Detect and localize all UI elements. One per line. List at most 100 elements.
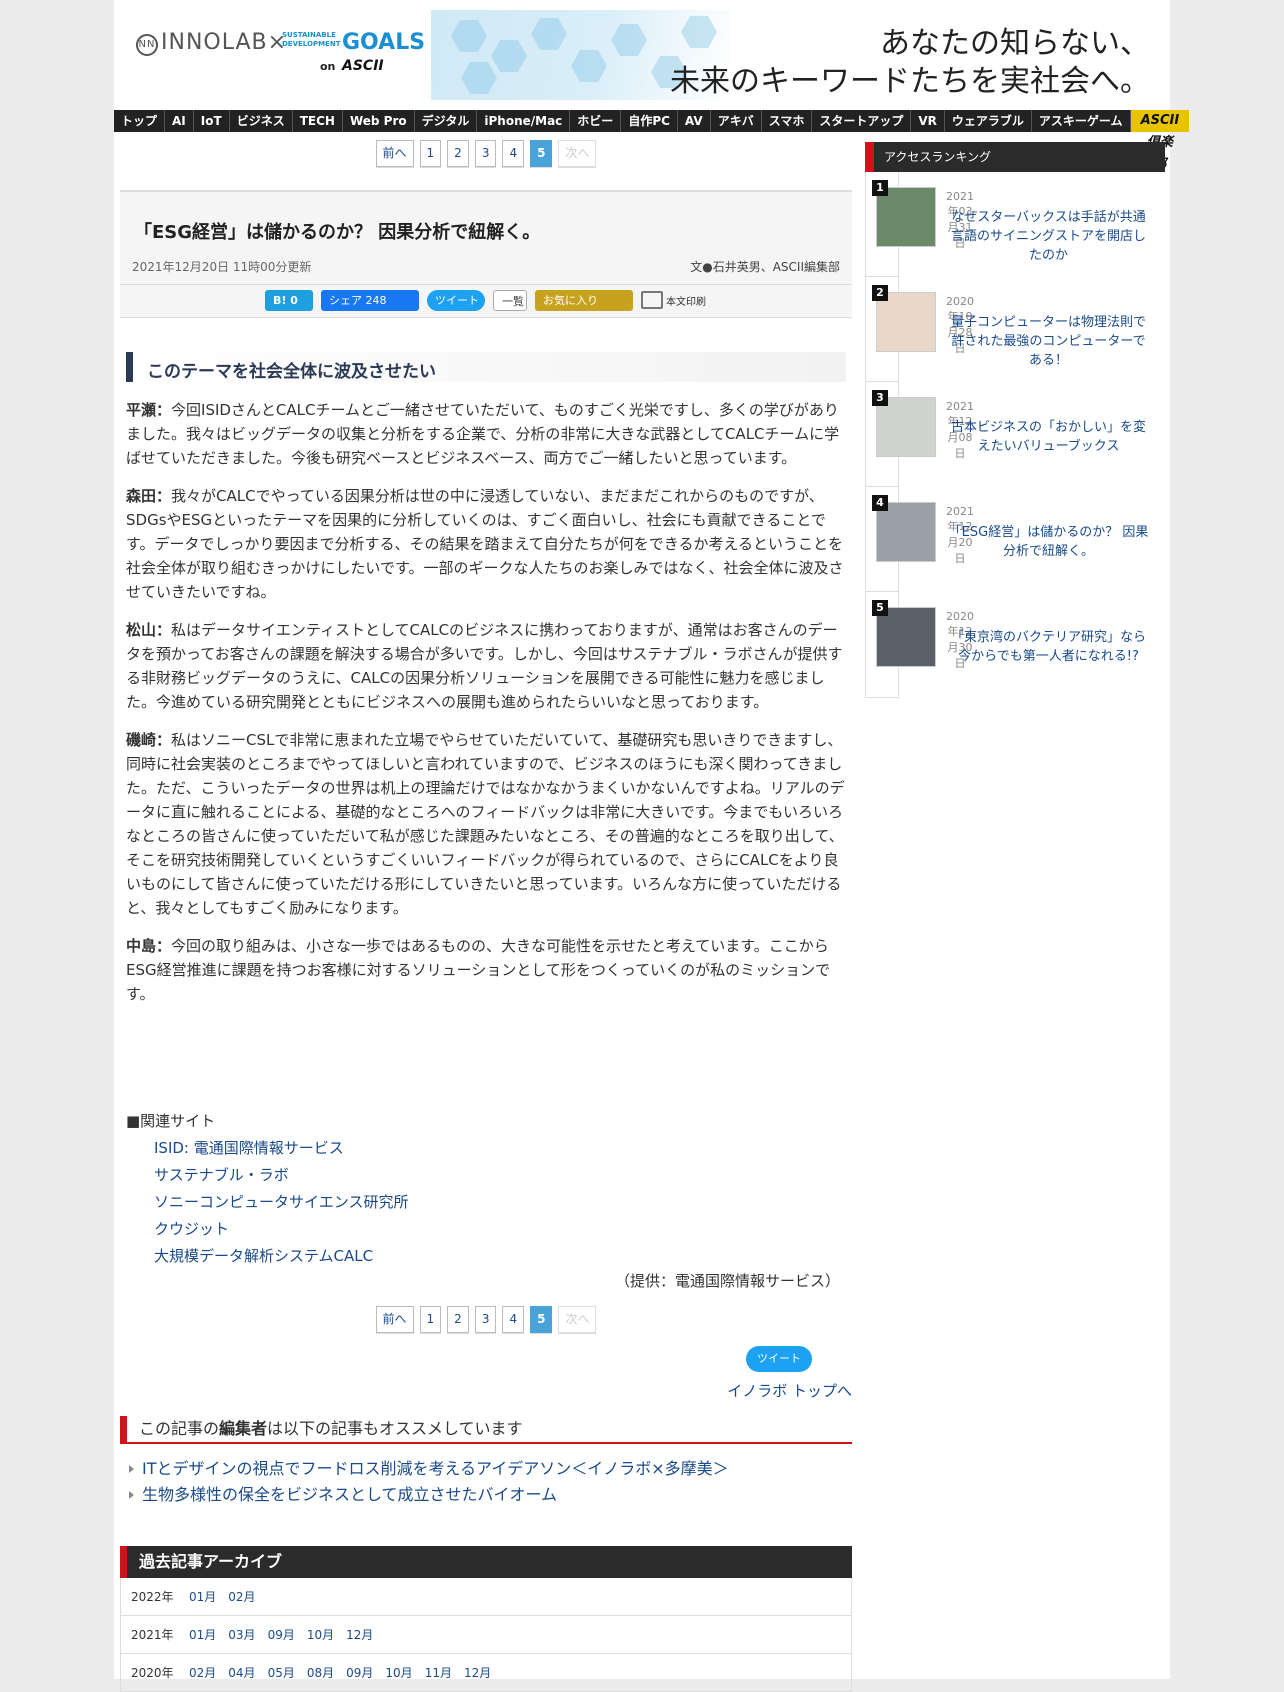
speaker-name: 松山： (126, 621, 172, 639)
paragraph: 磯崎：私はソニーCSLで非常に恵まれた立場でやらせていただいていて、基礎研究も思… (126, 728, 846, 920)
nav-item[interactable]: IoT (194, 110, 230, 132)
innolab-top-link[interactable]: イノラボ トップへ (727, 1380, 852, 1401)
nav-item[interactable]: Web Pro (343, 110, 415, 132)
list-button[interactable]: 一覧 (493, 289, 527, 311)
sidebar: アクセスランキング 1 2021年03月31日 なぜスターバックスは手話が共通言… (865, 142, 1165, 698)
logo-on: on (320, 60, 336, 73)
paragraph-text: 私はデータサイエンティストとしてCALCのビジネスに携わっておりますが、通常はお… (126, 621, 843, 711)
nav-item[interactable]: AV (678, 110, 711, 132)
archive-month[interactable]: 09月 (346, 1654, 373, 1691)
thumbnail (876, 502, 936, 562)
related-link[interactable]: ソニーコンピュータサイエンス研究所 (126, 1189, 846, 1216)
rank-number: 2 (872, 285, 888, 301)
archive-month[interactable]: 12月 (464, 1654, 491, 1691)
editor-recommend: この記事の編集者は以下の記事もオススメしています ITとデザインの視点でフードロ… (120, 1416, 852, 1508)
archive-month[interactable]: 02月 (189, 1654, 216, 1691)
pager-page[interactable]: 1 (419, 1306, 442, 1333)
nav-item[interactable]: ホビー (570, 110, 622, 132)
ranking-item[interactable]: 1 2021年03月31日 なぜスターバックスは手話が共通言語のサイニングストア… (866, 172, 1146, 277)
nav-item[interactable]: トップ (114, 110, 166, 132)
section-heading-text: このテーマを社会全体に波及させたい (147, 362, 436, 382)
ranking-title: 「ESG経営」は儲かるのか？ 因果分析で紐解く。 (948, 525, 1149, 559)
paragraph: 平瀬：今回ISIDさんとCALCチームとご一緒させていただいて、ものすごく光栄で… (126, 398, 846, 470)
nav-item[interactable]: ビジネス (230, 110, 293, 132)
hatena-bookmark-button[interactable]: B! 0 (265, 289, 313, 311)
nav-item[interactable]: ウェアラブル (945, 110, 1032, 132)
nav-item[interactable]: 自作PC (621, 110, 678, 132)
site-header: NN INNOLAB× SUSTAINABLE DEVELOPMENT GOALS … (114, 0, 1170, 108)
pager-page[interactable]: 3 (474, 1306, 497, 1333)
nav-item[interactable]: AI (165, 110, 194, 132)
nav-item[interactable]: スタートアップ (812, 110, 912, 132)
print-label: 本文印刷 (666, 296, 706, 308)
twitter-tweet-button[interactable]: ツイート (427, 289, 485, 311)
banner-line2: 未来のキーワードたちを実社会へ。 (670, 64, 1150, 99)
nav-item[interactable]: アキバ (711, 110, 762, 132)
pager-page[interactable]: 1 (419, 140, 442, 167)
pager-page[interactable]: 4 (502, 140, 525, 167)
nav-item[interactable]: iPhone/Mac (477, 110, 571, 132)
logo-innolab-text: NN INNOLAB× (136, 30, 287, 56)
archive-month[interactable]: 02月 (228, 1578, 255, 1615)
archive-row: 2020年 02月 04月 05月 08月 09月 10月 11月 12月 (120, 1654, 852, 1692)
archive-month[interactable]: 05月 (268, 1654, 295, 1691)
facebook-share-button[interactable]: シェア 248 (321, 289, 419, 311)
pager-page[interactable]: 2 (447, 1306, 469, 1333)
ranking-item[interactable]: 2 2020年10月28日 量子コンピューターは物理法則で許された最強のコンピュ… (866, 277, 1146, 382)
pager-page[interactable]: 3 (474, 140, 497, 167)
archive-month[interactable]: 12月 (346, 1616, 373, 1653)
global-nav: トップ AI IoT ビジネス TECH Web Pro デジタル iPhone… (114, 110, 1190, 172)
nav-item[interactable]: VR (911, 110, 945, 132)
archive-year: 2021年 (131, 1628, 174, 1642)
archive-month[interactable]: 01月 (189, 1616, 216, 1653)
related-links: ISID: 電通国際情報サービス サステナブル・ラボ ソニーコンピュータサイエン… (126, 1135, 846, 1270)
related-link[interactable]: 大規模データ解析システムCALC (126, 1243, 846, 1270)
thumbnail (876, 397, 936, 457)
archive-month[interactable]: 03月 (228, 1616, 255, 1653)
pager-prev[interactable]: 前へ (375, 1306, 414, 1333)
related-link[interactable]: ISID: 電通国際情報サービス (126, 1135, 846, 1162)
nav-item[interactable]: アスキーゲーム (1032, 110, 1131, 132)
pager-top: 前へ 1 2 3 4 5 次へ (120, 140, 852, 168)
ranking-item[interactable]: 5 2020年12月30日 「東京湾のバクテリア研究」なら今からでも第一人者にな… (866, 592, 1146, 697)
archive-month[interactable]: 09月 (268, 1616, 295, 1653)
article-author: 文●石井英男、ASCII編集部 (690, 260, 840, 274)
ascii-club-button[interactable]: ASCII倶楽部 (1130, 110, 1190, 172)
recommend-item[interactable]: 生物多様性の保全をビジネスとして成立させたバイオーム (120, 1482, 852, 1508)
print-button[interactable]: 本文印刷 (641, 291, 706, 309)
ranking-title: 量子コンピューターは物理法則で許された最強のコンピューターである！ (950, 315, 1146, 368)
thumbnail (876, 607, 936, 667)
archive-month[interactable]: 01月 (189, 1578, 216, 1615)
archive-year: 2020年 (131, 1666, 174, 1680)
ranking-list: 1 2021年03月31日 なぜスターバックスは手話が共通言語のサイニングストア… (865, 172, 1148, 698)
favorite-button[interactable]: お気に入り (535, 289, 633, 311)
ranking-item[interactable]: 4 2021年12月20日 「ESG経営」は儲かるのか？ 因果分析で紐解く。 (866, 487, 1148, 592)
ranking-item[interactable]: 3 2021年12月08日 古本ビジネスの「おかしい」を変えたいバリューブックス (866, 382, 1146, 487)
archive-month[interactable]: 10月 (385, 1654, 412, 1691)
archive-month[interactable]: 11月 (425, 1654, 452, 1691)
thumbnail (876, 187, 936, 247)
related-sites: ■関連サイト ISID: 電通国際情報サービス サステナブル・ラボ ソニーコンピ… (126, 1108, 846, 1290)
recommend-heading: この記事の編集者は以下の記事もオススメしています (120, 1416, 852, 1444)
related-link[interactable]: サステナブル・ラボ (126, 1162, 846, 1189)
related-link[interactable]: クウジット (126, 1216, 846, 1243)
recommend-item[interactable]: ITとデザインの視点でフードロス削減を考えるアイデアソン＜イノラボ×多摩美＞ (120, 1456, 852, 1482)
archive-month[interactable]: 04月 (228, 1654, 255, 1691)
pager-prev[interactable]: 前へ (375, 140, 414, 167)
rank-number: 4 (872, 495, 888, 511)
nav-item[interactable]: デジタル (415, 110, 478, 132)
recommend-list: ITとデザインの視点でフードロス削減を考えるアイデアソン＜イノラボ×多摩美＞ 生… (120, 1456, 852, 1508)
archive-month[interactable]: 10月 (307, 1616, 334, 1653)
rank-number: 3 (872, 390, 888, 406)
pager-page[interactable]: 4 (502, 1306, 525, 1333)
archive-month[interactable]: 08月 (307, 1654, 334, 1691)
printer-icon (641, 291, 663, 309)
innolab-logo[interactable]: NN INNOLAB× SUSTAINABLE DEVELOPMENT GOALS … (136, 28, 436, 78)
share-bar: B! 0 シェア 248 ツイート 一覧 お気に入り 本文印刷 (265, 289, 706, 311)
ranking-title: なぜスターバックスは手話が共通言語のサイニングストアを開店したのか (950, 210, 1146, 263)
nav-item[interactable]: TECH (293, 110, 343, 132)
pager-page[interactable]: 2 (447, 140, 469, 167)
nav-item[interactable]: スマホ (762, 110, 813, 132)
archive-row: 2022年 01月 02月 (120, 1578, 852, 1616)
tweet-button[interactable]: ツイート (746, 1346, 812, 1372)
